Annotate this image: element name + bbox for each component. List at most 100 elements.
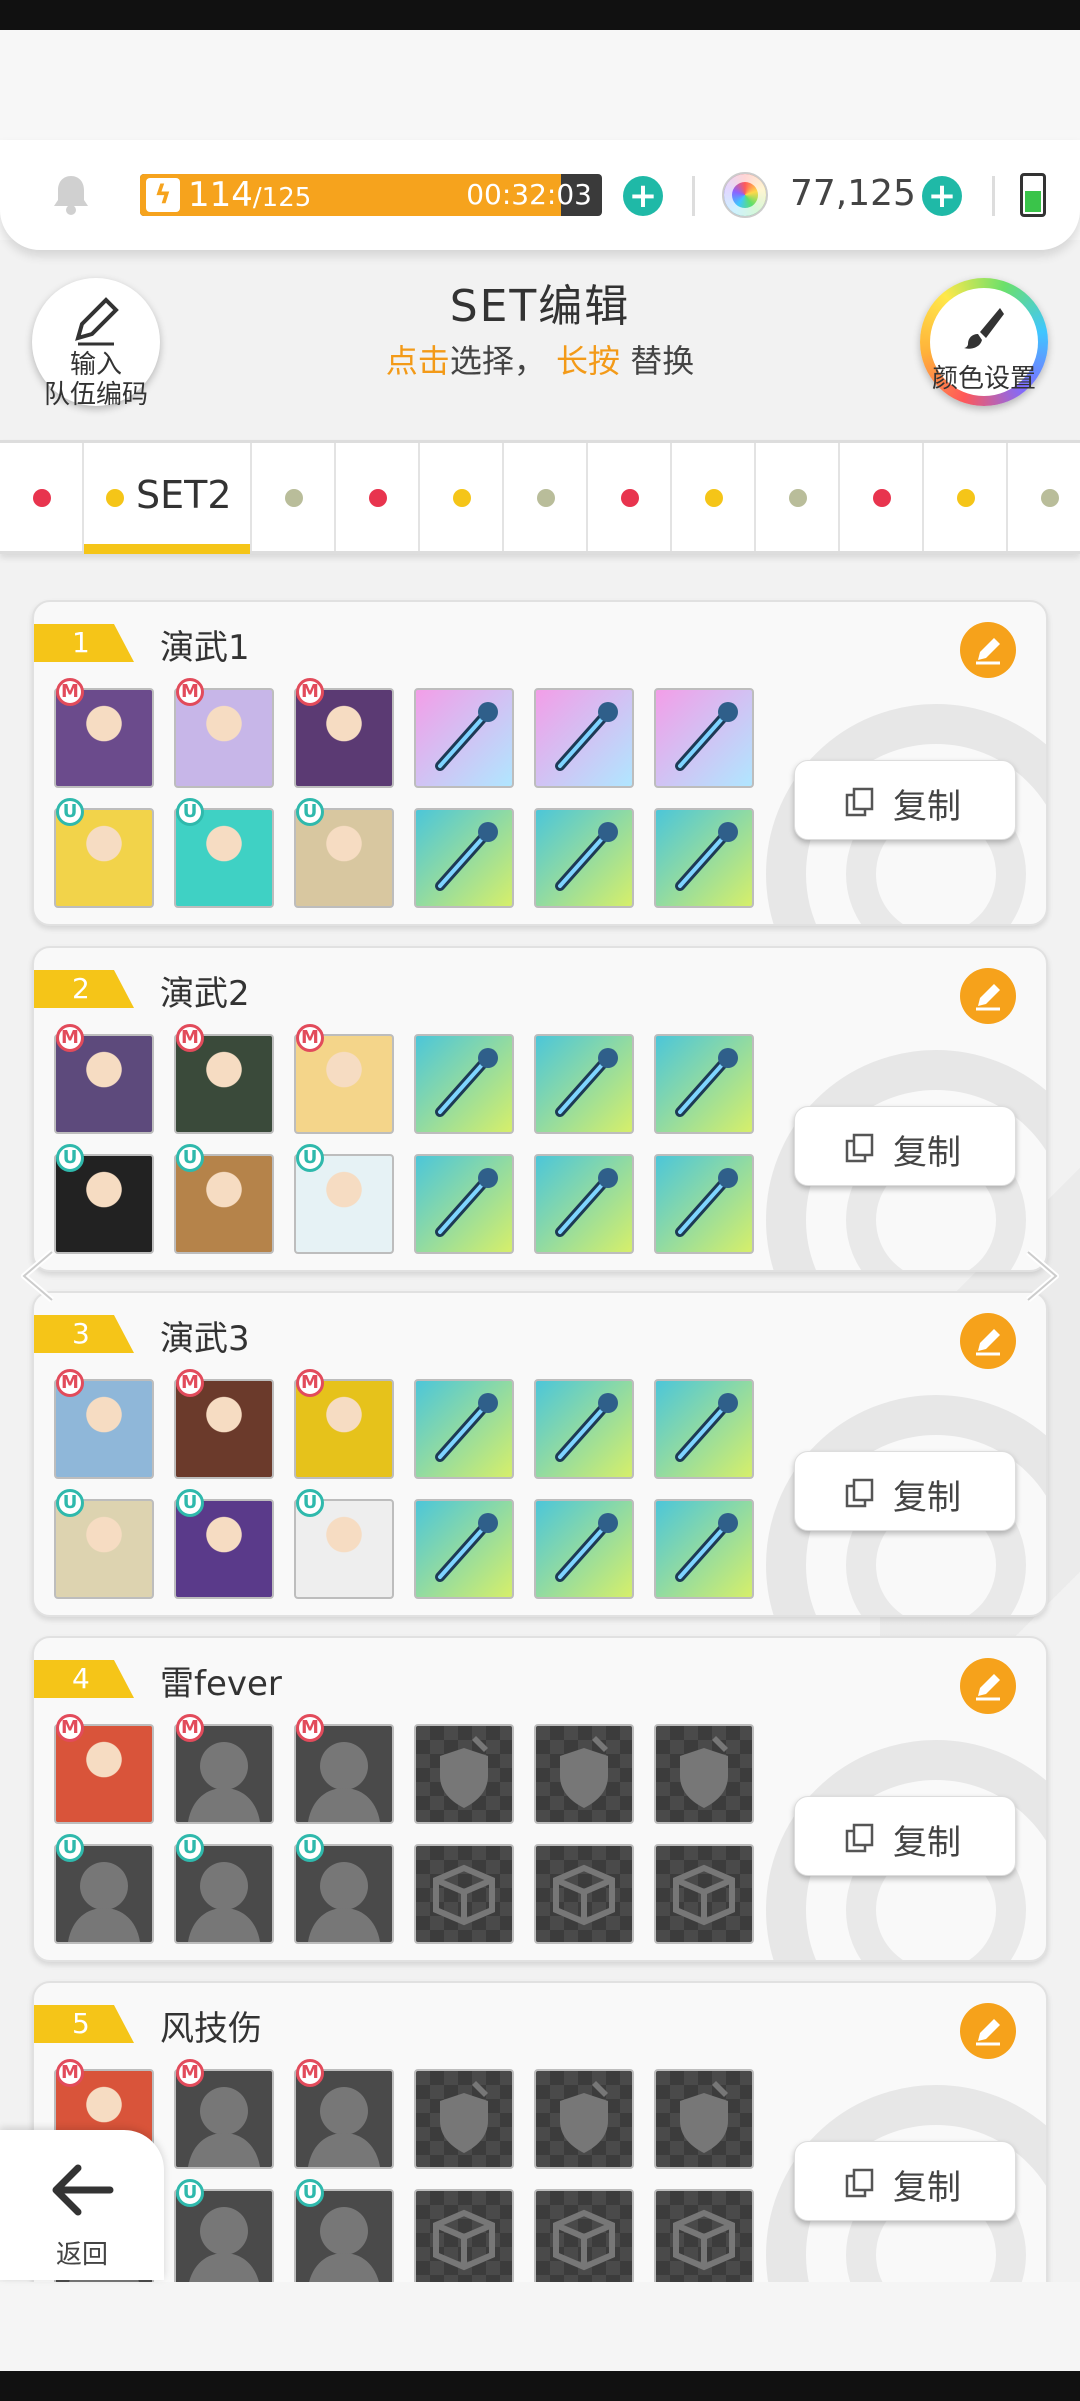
accessory-slot[interactable] [414, 808, 514, 908]
unison-badge: U [296, 1489, 324, 1517]
set-tab-1[interactable] [0, 443, 84, 551]
tab-color-dot [106, 489, 124, 507]
edit-set-button[interactable] [960, 1658, 1016, 1714]
active-tab-indicator [84, 544, 250, 554]
team-code-label-2: 队伍编码 [43, 380, 148, 410]
tab-color-dot [537, 489, 555, 507]
set-tab-6[interactable] [504, 443, 588, 551]
shield-sword-icon [560, 1736, 608, 1808]
accessory-slot[interactable] [654, 2189, 754, 2289]
edit-set-button[interactable] [960, 2003, 1016, 2059]
copy-button[interactable]: 复制 [794, 760, 1016, 840]
tab-color-dot [873, 489, 891, 507]
accessory-slot[interactable] [654, 808, 754, 908]
equipment-icon [555, 1513, 618, 1582]
add-gems-button[interactable]: + [922, 176, 962, 216]
weapon-slot[interactable] [534, 1034, 634, 1134]
accessory-slot[interactable] [534, 1154, 634, 1254]
main-badge: M [56, 678, 84, 706]
copy-label: 复制 [893, 787, 961, 827]
set-tab-12[interactable] [1008, 443, 1080, 551]
main-badge: M [176, 1369, 204, 1397]
set-tab-11[interactable] [924, 443, 1008, 551]
accessory-slot[interactable] [414, 2189, 514, 2289]
set-tab-5[interactable] [420, 443, 504, 551]
accessory-slot[interactable] [654, 1154, 754, 1254]
weapon-slot[interactable] [534, 1379, 634, 1479]
set-tab-3[interactable] [252, 443, 336, 551]
equipment-icon [435, 1168, 498, 1237]
copy-button[interactable]: 复制 [794, 1451, 1016, 1531]
accessory-slot[interactable] [414, 1844, 514, 1944]
weapon-slot[interactable] [534, 688, 634, 788]
set-card[interactable]: 5风技伤MMMUUU复制 [32, 1981, 1048, 2307]
shield-sword-icon [440, 2081, 488, 2153]
accessory-slot[interactable] [534, 1499, 634, 1599]
weapon-slot[interactable] [534, 1724, 634, 1824]
set-tab-9[interactable] [756, 443, 840, 551]
add-stamina-button[interactable]: + [623, 176, 663, 216]
weapon-slot[interactable] [654, 1724, 754, 1824]
set-number: 3 [34, 1315, 134, 1353]
weapon-slot[interactable] [414, 688, 514, 788]
system-nav-bar [0, 2371, 1080, 2401]
edit-set-button[interactable] [960, 622, 1016, 678]
set-name: 风技伤 [160, 2009, 262, 2049]
accessory-slot[interactable] [654, 1499, 754, 1599]
copy-button[interactable]: 复制 [794, 1106, 1016, 1186]
set-number: 4 [34, 1660, 134, 1698]
box-icon [553, 2209, 615, 2271]
weapon-slot[interactable] [534, 2069, 634, 2169]
tab-color-dot [621, 489, 639, 507]
scroll-left-arrow-icon[interactable] [18, 1248, 58, 1304]
set-tab-4[interactable] [336, 443, 420, 551]
equipment-icon [555, 1048, 618, 1117]
equipment-icon [555, 1168, 618, 1237]
set-tab-7[interactable] [588, 443, 672, 551]
weapon-slot[interactable] [654, 1379, 754, 1479]
equipment-icon [555, 822, 618, 891]
set-card[interactable]: 1 演武1 M M M U U U 复制 [32, 600, 1048, 926]
battery-icon [1020, 173, 1046, 217]
set-card[interactable]: 3 演武3 M M M U U U 复制 [32, 1291, 1048, 1617]
edit-set-button[interactable] [960, 968, 1016, 1024]
main-badge: M [296, 678, 324, 706]
accessory-slot[interactable] [654, 1844, 754, 1944]
notification-bell-icon[interactable] [50, 172, 92, 216]
set-tab-2[interactable]: SET2 [84, 443, 252, 554]
unison-badge: U [176, 1834, 204, 1862]
weapon-slot[interactable] [414, 1724, 514, 1824]
accessory-slot[interactable] [534, 2189, 634, 2289]
main-badge: M [296, 2059, 324, 2087]
weapon-slot[interactable] [414, 1034, 514, 1134]
unison-badge: U [56, 1834, 84, 1862]
tab-label: SET2 [136, 473, 232, 517]
copy-label: 复制 [893, 1478, 961, 1518]
gem-count: 77,125 [790, 173, 916, 214]
scroll-right-arrow-icon[interactable] [1022, 1248, 1062, 1304]
set-tab-8[interactable] [672, 443, 756, 551]
set-tab-10[interactable] [840, 443, 924, 551]
accessory-slot[interactable] [534, 1844, 634, 1944]
accessory-slot[interactable] [414, 1154, 514, 1254]
accessory-slot[interactable] [534, 808, 634, 908]
equipment-icon [435, 702, 498, 771]
main-badge: M [56, 1369, 84, 1397]
box-icon [433, 1864, 495, 1926]
equipment-icon [675, 1393, 738, 1462]
back-button[interactable]: 返回 [0, 2130, 164, 2280]
set-card[interactable]: 2 演武2 M M M U U U 复制 [32, 946, 1048, 1272]
weapon-slot[interactable] [654, 688, 754, 788]
divider [692, 176, 695, 216]
edit-set-button[interactable] [960, 1313, 1016, 1369]
accessory-slot[interactable] [414, 1499, 514, 1599]
copy-button[interactable]: 复制 [794, 1796, 1016, 1876]
color-settings-button[interactable]: 颜色设置 [920, 278, 1048, 406]
copy-button[interactable]: 复制 [794, 2141, 1016, 2221]
weapon-slot[interactable] [414, 2069, 514, 2169]
set-card[interactable]: 4 雷fever M M M U U U 复制 [32, 1636, 1048, 1962]
weapon-slot[interactable] [414, 1379, 514, 1479]
weapon-slot[interactable] [654, 2069, 754, 2169]
weapon-slot[interactable] [654, 1034, 754, 1134]
main-badge: M [56, 2059, 84, 2087]
